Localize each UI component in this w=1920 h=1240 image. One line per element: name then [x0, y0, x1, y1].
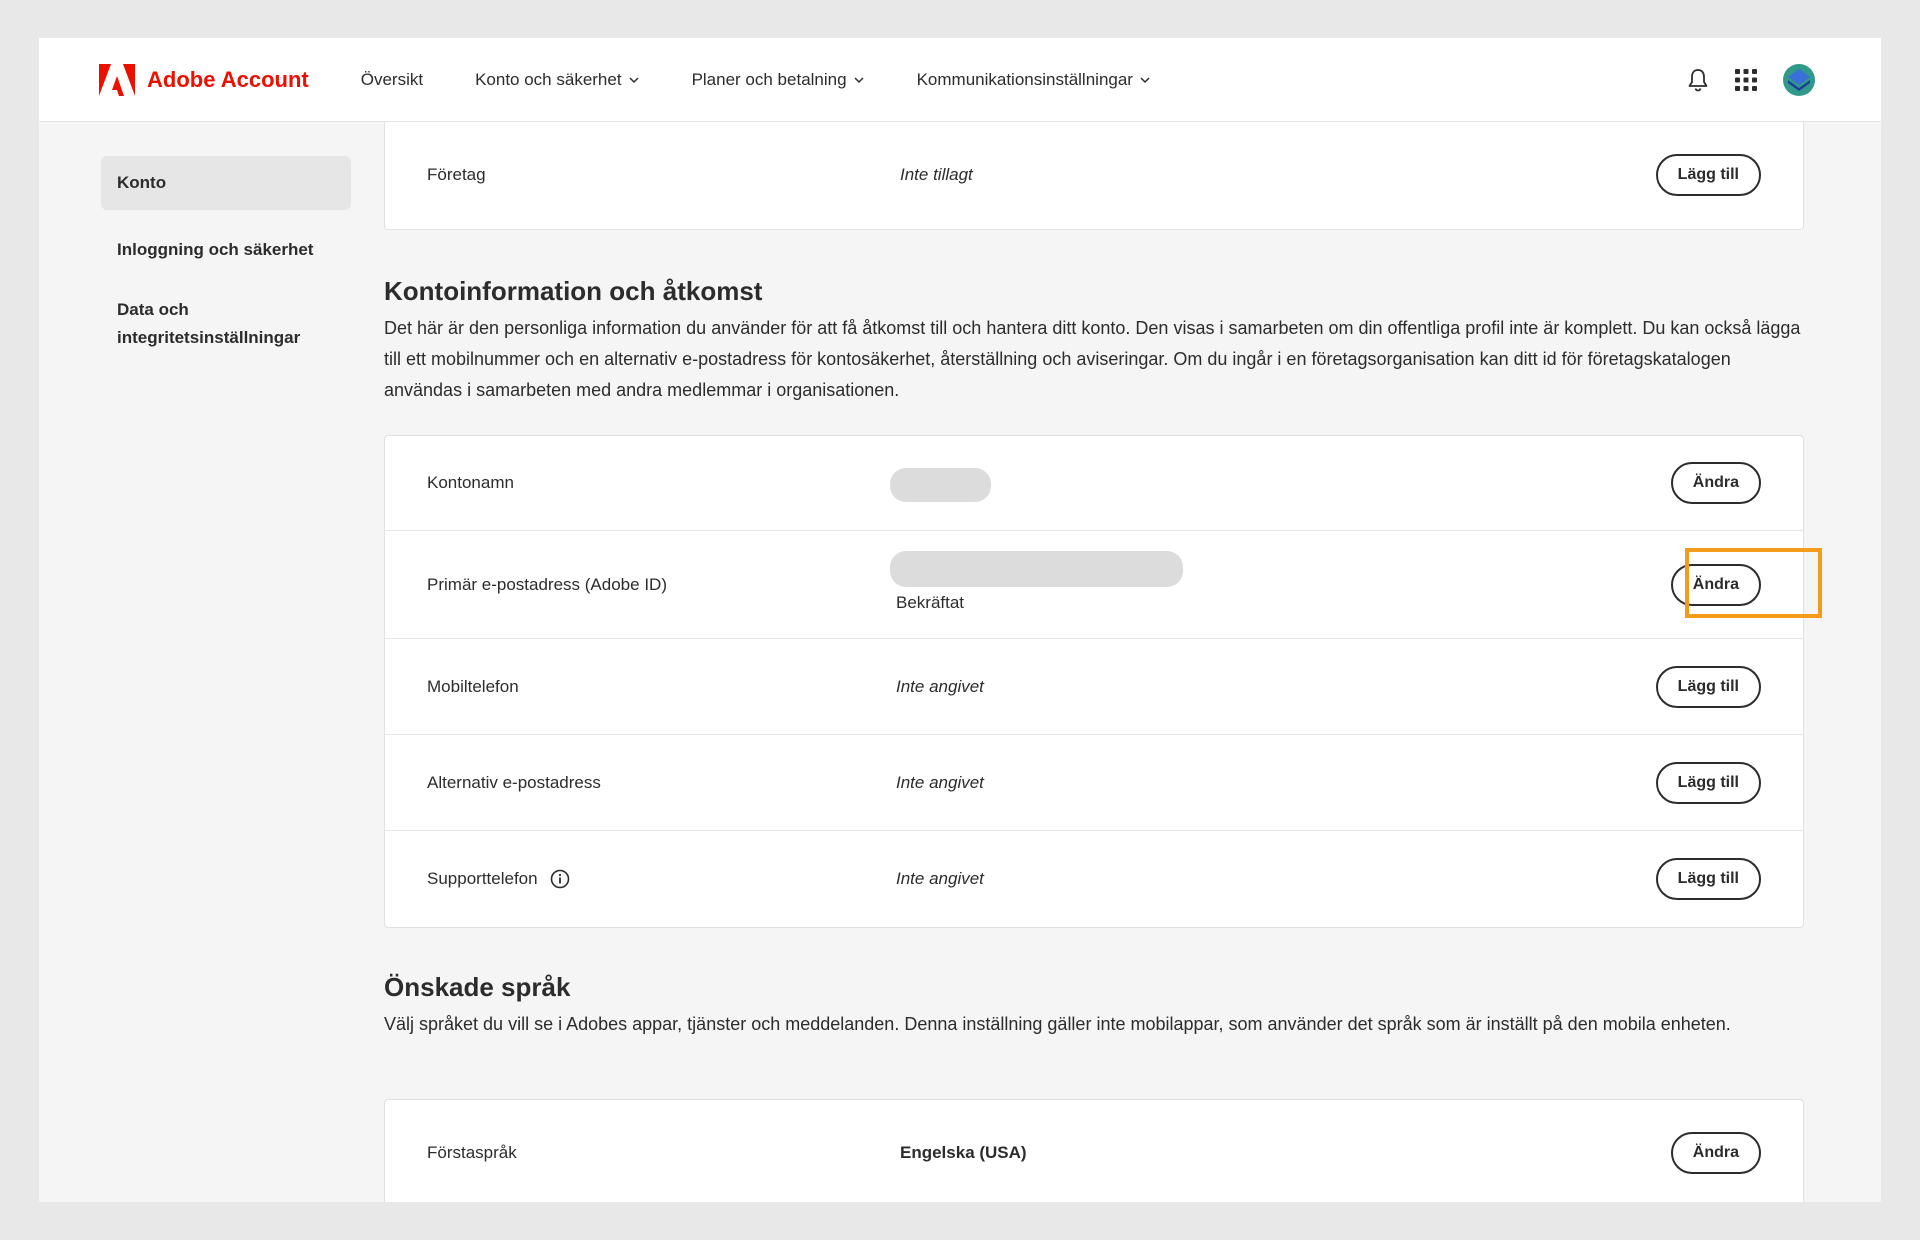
mobile-phone-add-button[interactable]: Lägg till — [1655, 665, 1761, 708]
alternate-email-value: Inte angivet — [896, 772, 984, 792]
primary-email-status: Bekräftat — [896, 593, 965, 612]
company-label: Företag — [427, 165, 486, 184]
nav-overview-label: Översikt — [360, 69, 424, 89]
account-info-card: Kontonamn Ändra Primär e-postadress (Ado… — [384, 435, 1804, 928]
sidebar-item-login-security-label: Inloggning och säkerhet — [117, 240, 314, 259]
primary-email-label: Primär e-postadress (Adobe ID) — [427, 574, 667, 594]
highlight-box — [1685, 548, 1822, 618]
sidebar-item-account-label: Konto — [117, 173, 167, 192]
header-actions — [1661, 63, 1815, 96]
company-row: Företag Inte tillagt Lägg till — [385, 122, 1803, 228]
mobile-phone-label: Mobiltelefon — [427, 676, 519, 696]
account-name-row: Kontonamn Ändra — [385, 436, 1803, 531]
alternate-email-label: Alternativ e-postadress — [427, 772, 601, 792]
nav-plans-payment-label: Planer och betalning — [691, 69, 847, 89]
languages-card: Förstaspråk Engelska (USA) Ändra — [384, 1099, 1804, 1202]
brand-name: Adobe Account — [147, 66, 309, 92]
account-name-change-button[interactable]: Ändra — [1670, 462, 1761, 504]
account-name-label: Kontonamn — [427, 473, 514, 492]
nav-account-security-label: Konto och säkerhet — [475, 69, 622, 89]
support-phone-label: Supporttelefon — [427, 869, 538, 888]
main-nav: Översikt Konto och säkerhet Planer och b… — [361, 70, 1203, 90]
apps-grid-icon[interactable] — [1735, 68, 1757, 91]
company-value: Inte tillagt — [900, 165, 973, 184]
nav-communication-settings-label: Kommunikationsinställningar — [916, 69, 1133, 89]
primary-email-row: Primär e-postadress (Adobe ID) Bekräftat… — [385, 531, 1803, 639]
company-card: Företag Inte tillagt Lägg till — [384, 122, 1804, 230]
account-info-title: Kontoinformation och åtkomst — [384, 276, 763, 306]
sidebar-item-login-security[interactable]: Inloggning och säkerhet — [101, 220, 351, 280]
mobile-phone-value: Inte angivet — [896, 676, 984, 696]
top-navigation-bar: Adobe Account Översikt Konto och säkerhe… — [39, 38, 1881, 122]
chevron-down-icon — [629, 76, 639, 83]
profile-avatar[interactable] — [1783, 63, 1815, 96]
alternate-email-row: Alternativ e-postadress Inte angivet Läg… — [385, 735, 1803, 831]
company-add-button[interactable]: Lägg till — [1655, 154, 1761, 196]
adobe-account-logo[interactable]: Adobe Account — [99, 63, 309, 96]
nav-overview[interactable]: Översikt — [361, 70, 423, 90]
sidebar: Konto Inloggning och säkerhet Data och i… — [101, 156, 351, 368]
primary-email-value-redacted — [890, 551, 1183, 587]
alternate-email-add-button[interactable]: Lägg till — [1655, 761, 1761, 804]
languages-title: Önskade språk — [384, 972, 571, 1002]
mobile-phone-row: Mobiltelefon Inte angivet Lägg till — [385, 639, 1803, 735]
account-info-description: Det här är den personliga information du… — [384, 318, 1801, 400]
chevron-down-icon — [854, 76, 864, 83]
first-language-row: Förstaspråk Engelska (USA) Ändra — [385, 1100, 1803, 1202]
sidebar-item-account[interactable]: Konto — [101, 156, 351, 210]
first-language-change-button[interactable]: Ändra — [1670, 1132, 1761, 1174]
support-phone-value: Inte angivet — [896, 869, 984, 888]
adobe-logo-icon — [99, 63, 135, 96]
sidebar-item-data-privacy[interactable]: Data och integritetsinställningar — [101, 280, 331, 368]
support-phone-add-button[interactable]: Lägg till — [1655, 858, 1761, 900]
languages-description: Välj språket du vill se i Adobes appar, … — [384, 1014, 1731, 1034]
nav-plans-payment[interactable]: Planer och betalning — [692, 70, 865, 90]
chevron-down-icon — [1140, 76, 1150, 83]
nav-account-security[interactable]: Konto och säkerhet — [475, 70, 639, 90]
info-icon[interactable] — [550, 869, 570, 889]
browser-window: Adobe Account Översikt Konto och säkerhe… — [39, 38, 1881, 1202]
bell-icon[interactable] — [1687, 68, 1709, 92]
first-language-value: Engelska (USA) — [900, 1143, 1027, 1162]
nav-communication-settings[interactable]: Kommunikationsinställningar — [917, 70, 1151, 90]
first-language-label: Förstaspråk — [427, 1143, 517, 1162]
account-name-value-redacted — [890, 468, 991, 502]
support-phone-label-group: Supporttelefon — [427, 869, 570, 889]
support-phone-row: Supporttelefon Inte angivet Lägg till — [385, 831, 1803, 927]
sidebar-item-data-privacy-label: Data och integritetsinställningar — [117, 300, 301, 347]
